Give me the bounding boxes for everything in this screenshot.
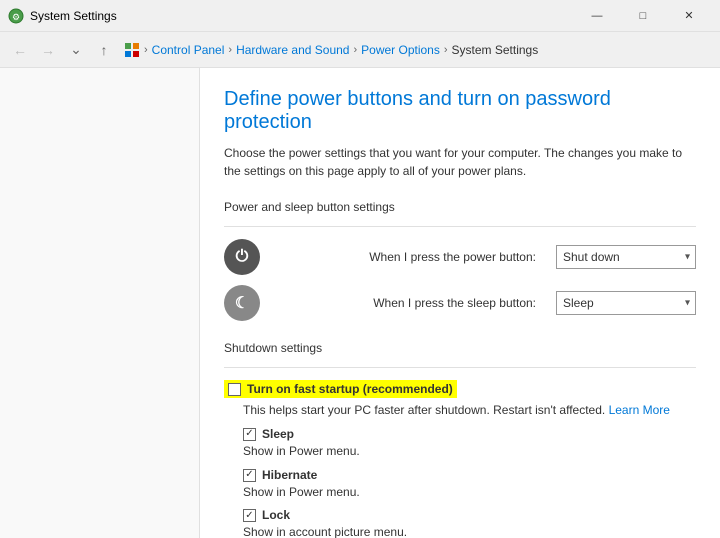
sleep-checkbox[interactable]: [243, 428, 256, 441]
power-section-title: Power and sleep button settings: [224, 200, 696, 214]
dropdown-button[interactable]: ⌄: [64, 38, 88, 62]
lock-description: Show in account picture menu.: [243, 524, 696, 538]
power-button-select-wrapper: Do nothing Sleep Hibernate Shut down Tur…: [556, 245, 696, 269]
sleep-button-label: When I press the sleep button:: [272, 296, 544, 310]
power-button-settings: Power and sleep button settings ⏻ When I…: [224, 200, 696, 321]
power-button-dropdown[interactable]: Do nothing Sleep Hibernate Shut down Tur…: [556, 245, 696, 269]
nav-bar: ← → ⌄ ↑ › Control Panel › Hardware and S…: [0, 32, 720, 68]
sleep-description: Show in Power menu.: [243, 443, 696, 460]
minimize-button[interactable]: —: [574, 1, 620, 31]
svg-text:⚙: ⚙: [12, 12, 20, 22]
fast-startup-label: Turn on fast startup (recommended): [247, 382, 453, 396]
sleep-row: Sleep: [243, 427, 696, 441]
shutdown-settings: Shutdown settings Turn on fast startup (…: [224, 341, 696, 538]
fast-startup-description: This helps start your PC faster after sh…: [243, 402, 696, 419]
fast-startup-row: Turn on fast startup (recommended): [224, 380, 696, 398]
back-button[interactable]: ←: [8, 38, 32, 62]
lock-label: Lock: [262, 508, 290, 522]
breadcrumb-sep-2: ›: [353, 44, 357, 56]
page-title: Define power buttons and turn on passwor…: [224, 88, 696, 134]
breadcrumb: › Control Panel › Hardware and Sound › P…: [124, 42, 538, 58]
section-divider-1: [224, 226, 696, 227]
sidebar: [0, 68, 200, 538]
control-panel-icon: [124, 42, 140, 58]
lock-row: Lock: [243, 508, 696, 522]
hibernate-checkbox[interactable]: [243, 469, 256, 482]
breadcrumb-sep-1: ›: [228, 44, 232, 56]
close-button[interactable]: ✕: [666, 1, 712, 31]
breadcrumb-hardware-sound[interactable]: Hardware and Sound: [236, 43, 349, 57]
sleep-button-select-wrapper: Do nothing Sleep Hibernate Shut down Tur…: [556, 291, 696, 315]
shutdown-section-title: Shutdown settings: [224, 341, 696, 355]
hibernate-row: Hibernate: [243, 468, 696, 482]
fast-startup-checkbox[interactable]: [228, 383, 241, 396]
title-bar-text: System Settings: [30, 9, 117, 23]
maximize-button[interactable]: □: [620, 1, 666, 31]
content-area: Define power buttons and turn on passwor…: [200, 68, 720, 538]
title-bar: ⚙ System Settings — □ ✕: [0, 0, 720, 32]
section-divider-2: [224, 367, 696, 368]
lock-checkbox[interactable]: [243, 509, 256, 522]
forward-button[interactable]: →: [36, 38, 60, 62]
fast-startup-highlight: Turn on fast startup (recommended): [224, 380, 457, 398]
learn-more-link[interactable]: Learn More: [609, 403, 670, 417]
breadcrumb-system-settings: System Settings: [452, 43, 539, 57]
hibernate-description: Show in Power menu.: [243, 484, 696, 501]
power-button-label: When I press the power button:: [272, 250, 544, 264]
sleep-label: Sleep: [262, 427, 294, 441]
breadcrumb-power-options[interactable]: Power Options: [361, 43, 440, 57]
hibernate-label: Hibernate: [262, 468, 317, 482]
power-button-icon: ⏻: [224, 239, 260, 275]
power-button-row: ⏻ When I press the power button: Do noth…: [224, 239, 696, 275]
main-container: Define power buttons and turn on passwor…: [0, 68, 720, 538]
breadcrumb-sep-3: ›: [444, 44, 448, 56]
app-icon: ⚙: [8, 8, 24, 24]
breadcrumb-control-panel[interactable]: Control Panel: [152, 43, 225, 57]
sleep-button-icon: ☾: [224, 285, 260, 321]
window-controls: — □ ✕: [574, 1, 712, 31]
sleep-button-dropdown[interactable]: Do nothing Sleep Hibernate Shut down Tur…: [556, 291, 696, 315]
up-button[interactable]: ↑: [92, 38, 116, 62]
sleep-button-row: ☾ When I press the sleep button: Do noth…: [224, 285, 696, 321]
page-description: Choose the power settings that you want …: [224, 144, 696, 180]
breadcrumb-sep-0: ›: [144, 44, 148, 56]
